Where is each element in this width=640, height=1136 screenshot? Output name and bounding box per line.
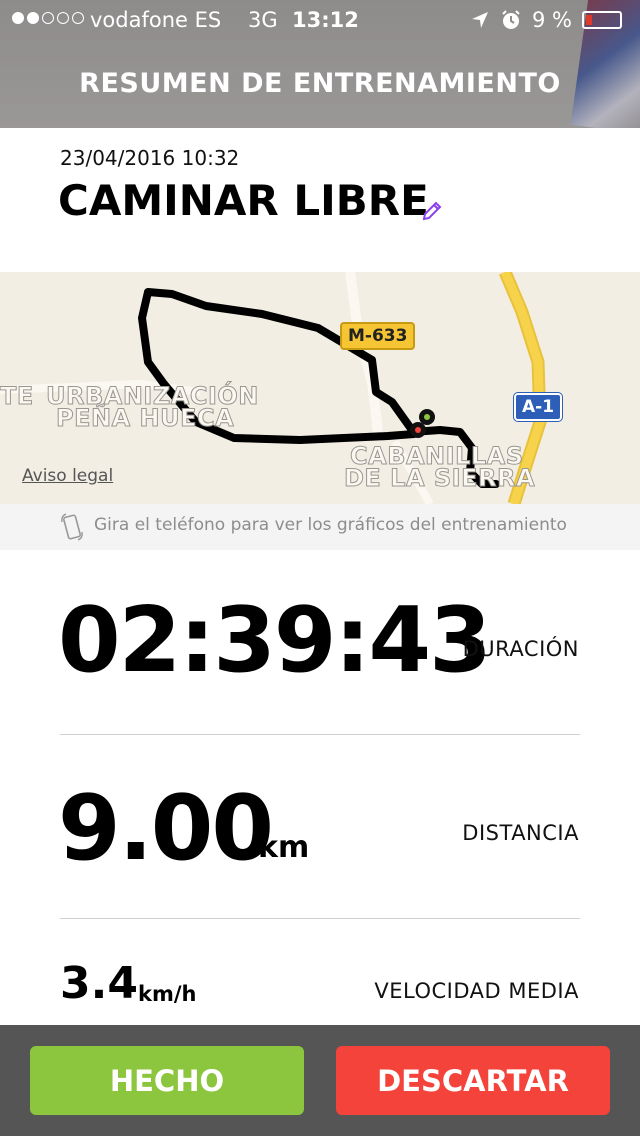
rotate-phone-icon	[60, 512, 84, 546]
done-button[interactable]: HECHO	[30, 1046, 304, 1115]
road-badge-m633: M-633	[340, 322, 416, 350]
distance-label: DISTANCIA	[462, 821, 579, 845]
header-bar: vodafone ES 3G 13:12 9 % RESUMEN DE ENTR…	[0, 0, 640, 128]
status-bar: vodafone ES 3G 13:12 9 %	[0, 0, 640, 40]
discard-button[interactable]: DESCARTAR	[336, 1046, 610, 1115]
battery-icon	[582, 11, 622, 29]
rotate-hint-text: Gira el teléfono para ver los gráficos d…	[94, 515, 567, 535]
avg-speed-unit: km/h	[138, 982, 197, 1006]
carrier-name: vodafone ES	[90, 8, 222, 32]
route-map[interactable]: TE URBANIZACIÓN PEÑA HUECA CABANILLAS DE…	[0, 272, 640, 504]
pencil-icon[interactable]	[421, 200, 443, 226]
legal-notice-link[interactable]: Aviso legal	[22, 466, 113, 486]
battery-percentage: 9 %	[532, 8, 572, 32]
map-label-pena-hueca: PEÑA HUECA	[55, 404, 235, 432]
duration-value: 02:39:43	[58, 588, 492, 693]
stats-divider	[60, 734, 580, 735]
signal-strength-icon	[12, 12, 84, 24]
avg-speed-label: VELOCIDAD MEDIA	[374, 979, 579, 1003]
workout-name: CAMINAR LIBRE	[58, 176, 429, 225]
map-label-fragment: TE	[0, 382, 34, 410]
map-label-de-la-sierra: DE LA SIERRA	[343, 464, 536, 492]
battery-level-fill	[586, 15, 592, 25]
stats-divider	[60, 918, 580, 919]
distance-value: 9.00	[58, 776, 274, 881]
duration-label: DURACIÓN	[462, 637, 579, 661]
location-arrow-icon	[470, 10, 490, 35]
avg-speed-value: 3.4	[60, 958, 138, 1009]
screen-title: RESUMEN DE ENTRENAMIENTO	[79, 68, 561, 99]
action-footer: HECHO DESCARTAR	[0, 1025, 640, 1136]
network-type: 3G	[248, 8, 278, 32]
status-time: 13:12	[292, 8, 359, 32]
workout-date: 23/04/2016 10:32	[60, 146, 240, 170]
rotate-hint-bar: Gira el teléfono para ver los gráficos d…	[0, 504, 640, 550]
distance-unit: km	[258, 830, 310, 865]
road-badge-a1: A-1	[512, 392, 564, 422]
alarm-clock-icon	[500, 9, 522, 36]
